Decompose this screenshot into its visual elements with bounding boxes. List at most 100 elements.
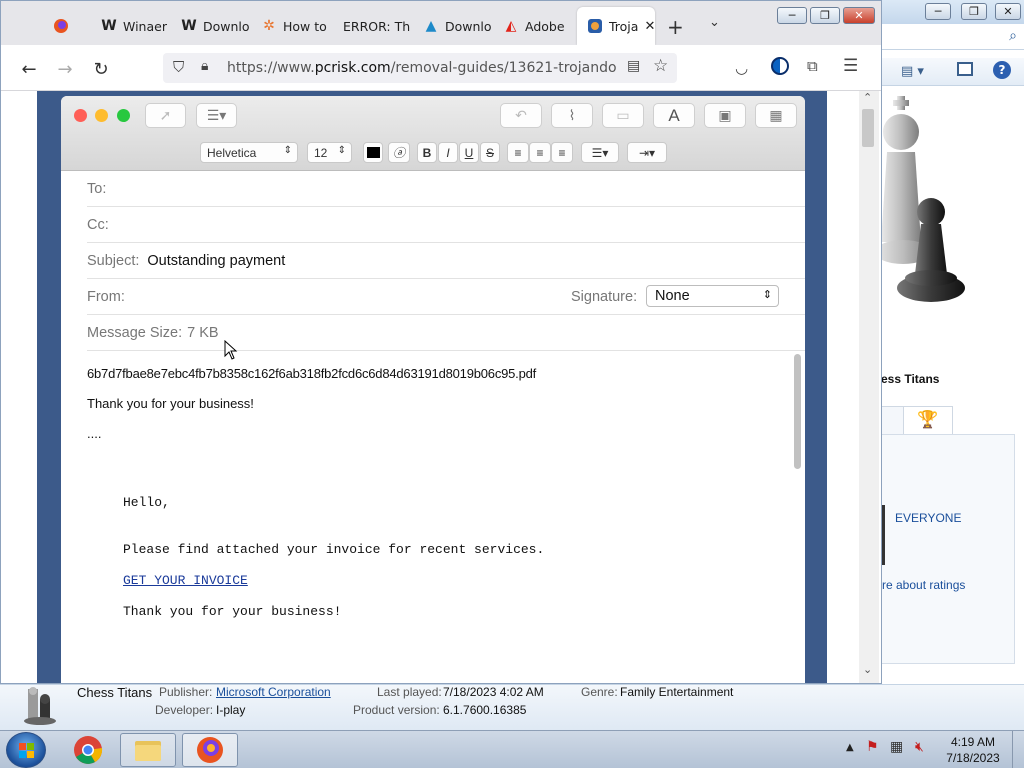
reply-icon[interactable]: ↶: [500, 103, 542, 128]
updown-icon: ⇕: [337, 145, 346, 156]
last-played-label: Last played:: [377, 685, 442, 699]
navigation-bar: ← → ↻ ⛉ 🔒︎ https://www.pcrisk.com/remova…: [1, 45, 881, 91]
subject-field[interactable]: Subject: Outstanding payment: [87, 243, 805, 279]
align-center-icon[interactable]: ≡: [529, 142, 551, 163]
minimize-light-icon[interactable]: [95, 109, 108, 122]
text-color-button[interactable]: [363, 142, 383, 163]
underline-icon[interactable]: U: [459, 142, 479, 163]
developer-value: I-play: [216, 703, 246, 717]
tab-label: Troja: [609, 18, 639, 34]
get-invoice-link[interactable]: GET YOUR INVOICE: [123, 573, 248, 588]
url-bar[interactable]: ⛉ 🔒︎ https://www.pcrisk.com/removal-guid…: [163, 53, 677, 83]
close-light-icon[interactable]: [74, 109, 87, 122]
bookmark-star-icon[interactable]: ☆: [653, 56, 668, 76]
reader-view-icon[interactable]: ▤: [627, 58, 640, 74]
search-box[interactable]: ⌕: [881, 26, 1024, 50]
scroll-up-icon[interactable]: ⌃: [863, 91, 872, 104]
photo-browser-icon[interactable]: ▣: [704, 103, 746, 128]
tab-error[interactable]: ERROR: Th: [331, 7, 413, 45]
show-hidden-icons[interactable]: ▲: [846, 742, 854, 753]
align-left-icon[interactable]: ≡: [507, 142, 529, 163]
firefox-taskbar-button[interactable]: [182, 733, 238, 767]
highlight-icon[interactable]: ⓐ: [388, 142, 410, 163]
to-label: To:: [87, 180, 107, 197]
lock-icon[interactable]: 🔒︎: [201, 58, 208, 74]
strikethrough-icon[interactable]: S: [480, 142, 500, 163]
mail-toolbar: ➚ ☰▾ ↶ ⌇ ▭ A ▣ ▦ Helvetica ⇕ 12 ⇕ ⓐ B I …: [61, 96, 805, 171]
ratings-info-link[interactable]: re about ratings: [882, 578, 965, 592]
clock[interactable]: 4:19 AM 7/18/2023: [940, 734, 1006, 766]
view-options-icon[interactable]: ▤ ▾: [901, 64, 924, 79]
attachment-icon[interactable]: ⌇: [551, 103, 593, 128]
shield-icon[interactable]: ⛉: [173, 58, 184, 76]
game-details-pane: Chess Titans Publisher: Microsoft Corpor…: [0, 684, 1024, 730]
triangle-icon: ▲: [425, 18, 437, 34]
tab-label: Downlo: [445, 18, 492, 34]
back-icon[interactable]: ←: [15, 55, 43, 83]
preview-pane-icon[interactable]: [957, 62, 973, 76]
browser-close-button[interactable]: ✕: [843, 7, 875, 24]
tab-winaero[interactable]: W Winaer: [91, 7, 171, 45]
action-center-flag-icon[interactable]: ⚑: [866, 739, 879, 755]
updown-icon: ⇕: [283, 145, 292, 156]
pocket-icon[interactable]: ◡: [735, 59, 748, 77]
close-tab-icon[interactable]: ✕: [644, 19, 655, 34]
tab-how-to[interactable]: ✲ How to: [251, 7, 331, 45]
signature-select[interactable]: None ⇕: [646, 285, 779, 307]
maximize-button[interactable]: ❐: [961, 3, 987, 20]
forward-icon[interactable]: →: [51, 55, 79, 83]
scroll-down-icon[interactable]: ⌄: [863, 663, 872, 676]
chrome-taskbar-button[interactable]: [60, 733, 116, 767]
stationery-icon[interactable]: ▦: [755, 103, 797, 128]
tab-adobe[interactable]: ◭ Adobe: [493, 7, 573, 45]
list-tabs-icon[interactable]: ⌄: [709, 15, 720, 30]
format-text-icon[interactable]: A: [653, 103, 695, 128]
browser-minimize-button[interactable]: ─: [777, 7, 807, 24]
reload-icon[interactable]: ↻: [87, 55, 115, 83]
adobe-icon: ◭: [505, 18, 517, 34]
align-right-icon[interactable]: ≡: [551, 142, 573, 163]
tab-firefox[interactable]: [43, 7, 91, 45]
menu-icon[interactable]: ☰: [843, 56, 858, 76]
browser-maximize-button[interactable]: ❐: [810, 7, 840, 24]
to-field[interactable]: To:: [87, 171, 805, 207]
minimize-button[interactable]: ─: [925, 3, 951, 20]
updown-icon: ⇕: [762, 289, 772, 301]
markup-icon[interactable]: ▭: [602, 103, 644, 128]
w-icon: W: [101, 18, 117, 34]
mail-scrollbar-thumb[interactable]: [794, 354, 801, 469]
explorer-taskbar-button[interactable]: [120, 733, 176, 767]
zoom-light-icon[interactable]: [117, 109, 130, 122]
close-button[interactable]: ✕: [995, 3, 1021, 20]
search-icon[interactable]: ⌕: [1009, 28, 1017, 44]
help-icon[interactable]: ?: [993, 61, 1011, 79]
font-family-select[interactable]: Helvetica ⇕: [200, 142, 298, 163]
firefox-icon: [197, 737, 223, 763]
send-icon[interactable]: ➚: [145, 103, 186, 128]
account-icon[interactable]: [771, 57, 789, 75]
font-size-select[interactable]: 12 ⇕: [307, 142, 352, 163]
tab-download-2[interactable]: ▲ Downlo: [413, 7, 493, 45]
header-fields-icon[interactable]: ☰▾: [196, 103, 237, 128]
url-text: https://www.pcrisk.com/removal-guides/13…: [227, 60, 617, 76]
network-icon[interactable]: ▦: [890, 739, 903, 755]
tab-download-1[interactable]: W Downlo: [171, 7, 251, 45]
publisher-link[interactable]: Microsoft Corporation: [216, 685, 331, 699]
indent-icon[interactable]: ⇥▾: [627, 142, 667, 163]
page-scrollbar[interactable]: ⌃ ⌄: [859, 91, 879, 683]
page-scrollbar-thumb[interactable]: [862, 109, 874, 147]
extensions-icon[interactable]: ⧉: [807, 57, 818, 75]
attachment-filename[interactable]: 6b7d7fbae8e7ebc4fb7b8358c162f6ab318fb2fc…: [87, 366, 536, 381]
message-size-value: 7 KB: [187, 324, 219, 341]
start-button[interactable]: [6, 732, 46, 768]
trophy-icon[interactable]: 🏆: [903, 406, 953, 434]
bold-icon[interactable]: B: [417, 142, 437, 163]
new-tab-button[interactable]: +: [667, 15, 684, 39]
list-style-icon[interactable]: ☰▾: [581, 142, 619, 163]
tab-trojan-active[interactable]: Troja ✕: [577, 7, 655, 45]
volume-muted-icon[interactable]: 🔇︎: [915, 739, 924, 755]
italic-icon[interactable]: I: [438, 142, 458, 163]
show-desktop-button[interactable]: [1012, 731, 1024, 768]
cc-field[interactable]: Cc:: [87, 207, 805, 243]
game-title: ess Titans: [881, 372, 940, 386]
